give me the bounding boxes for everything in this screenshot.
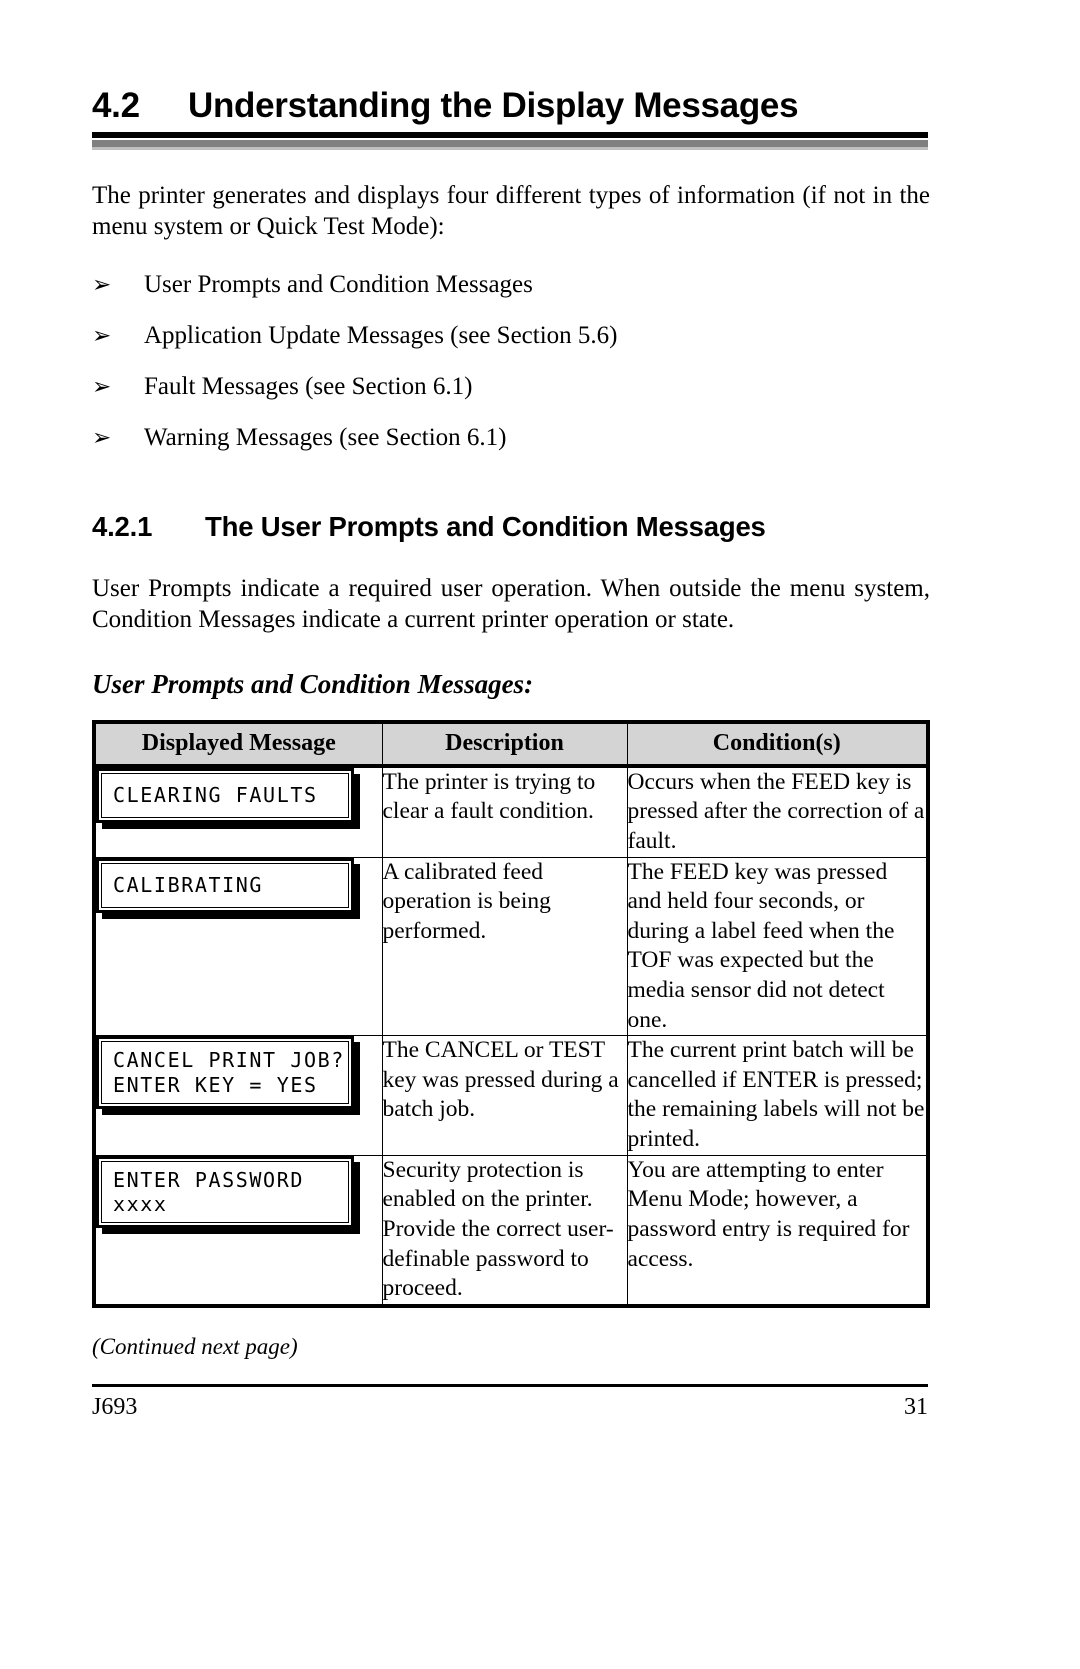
- section-heading: 4.2 Understanding the Display Messages: [92, 86, 988, 125]
- footer-rule: [92, 1383, 928, 1387]
- description-cell: The CANCEL or TEST key was pressed durin…: [381, 1035, 628, 1156]
- lcd-panel: ENTER PASSWORD xxxx: [96, 1155, 360, 1235]
- lcd-screen: CLEARING FAULTS: [101, 772, 349, 819]
- footer-document-id: J693: [92, 1393, 138, 1420]
- list-item: ➢ Fault Messages (see Section 6.1): [92, 372, 988, 402]
- arrow-bullet-icon: ➢: [92, 424, 112, 451]
- document-page: 4.2 Understanding the Display Messages T…: [0, 0, 1080, 1669]
- conditions-cell: The current print batch will be cancelle…: [626, 1035, 929, 1156]
- table-row: CLEARING FAULTS The printer is trying to…: [93, 765, 929, 858]
- description-cell: A calibrated feed operation is being per…: [381, 856, 628, 1037]
- section-title: Understanding the Display Messages: [188, 86, 799, 125]
- column-header-displayed-message: Displayed Message: [93, 721, 383, 768]
- conditions-cell: You are attempting to enter Menu Mode; h…: [626, 1154, 929, 1307]
- heading-rule-light: [92, 146, 928, 150]
- description-cell: Security protection is enabled on the pr…: [381, 1154, 628, 1307]
- list-item-label: User Prompts and Condition Messages: [144, 270, 533, 298]
- table-row: CALIBRATING A calibrated feed operation …: [93, 856, 929, 1037]
- lcd-screen: CANCEL PRINT JOB? ENTER KEY = YES: [101, 1041, 349, 1105]
- lcd-text-line: ENTER PASSWORD: [113, 1167, 304, 1192]
- heading-rule: [92, 131, 988, 150]
- table-row: CANCEL PRINT JOB? ENTER KEY = YES The CA…: [93, 1035, 929, 1156]
- displayed-message-cell: CLEARING FAULTS: [93, 765, 383, 858]
- list-item-label: Fault Messages (see Section 6.1): [144, 372, 473, 400]
- description-cell: The printer is trying to clear a fault c…: [381, 765, 628, 858]
- lcd-panel: CANCEL PRINT JOB? ENTER KEY = YES: [96, 1036, 360, 1116]
- lcd-bezel: CALIBRATING: [96, 857, 354, 913]
- lcd-panel: CALIBRATING: [96, 857, 360, 919]
- table-row: ENTER PASSWORD xxxx Security protection …: [93, 1154, 929, 1307]
- lcd-bezel: ENTER PASSWORD xxxx: [96, 1155, 354, 1229]
- arrow-bullet-icon: ➢: [92, 271, 112, 298]
- table-caption: User Prompts and Condition Messages:: [92, 668, 534, 699]
- lcd-text-line: CLEARING FAULTS: [113, 782, 318, 807]
- lcd-bezel: CLEARING FAULTS: [96, 767, 354, 824]
- arrow-bullet-icon: ➢: [92, 322, 112, 349]
- displayed-message-cell: ENTER PASSWORD xxxx: [93, 1154, 383, 1307]
- list-item: ➢ Warning Messages (see Section 6.1): [92, 423, 988, 453]
- section-number: 4.2: [92, 86, 140, 125]
- footer-page-number: 31: [904, 1393, 928, 1420]
- lcd-screen: ENTER PASSWORD xxxx: [101, 1160, 349, 1224]
- lcd-text-line: xxxx: [113, 1192, 168, 1217]
- displayed-message-cell: CANCEL PRINT JOB? ENTER KEY = YES: [93, 1035, 383, 1156]
- table-header-row: Displayed Message Description Condition(…: [93, 721, 929, 768]
- subsection-title: The User Prompts and Condition Messages: [205, 510, 766, 542]
- conditions-cell: The FEED key was pressed and held four s…: [626, 856, 929, 1037]
- subsection-number: 4.2.1: [92, 510, 153, 542]
- information-types-list: ➢ User Prompts and Condition Messages ➢ …: [92, 270, 988, 453]
- lcd-panel: CLEARING FAULTS: [96, 767, 360, 830]
- intro-paragraph: The printer generates and displays four …: [92, 181, 930, 240]
- heading-rule-black: [92, 131, 928, 138]
- column-header-description: Description: [381, 721, 628, 768]
- lcd-text-line: CALIBRATING: [113, 872, 264, 897]
- lcd-text-line: CANCEL PRINT JOB?: [113, 1048, 345, 1073]
- lcd-screen: CALIBRATING: [101, 862, 349, 908]
- lcd-text-line: ENTER KEY = YES: [113, 1072, 318, 1097]
- list-item-label: Warning Messages (see Section 6.1): [144, 423, 507, 451]
- list-item: ➢ User Prompts and Condition Messages: [92, 270, 988, 300]
- conditions-cell: Occurs when the FEED key is pressed afte…: [626, 765, 929, 858]
- subsection-heading: 4.2.1 The User Prompts and Condition Mes…: [92, 511, 988, 543]
- lcd-bezel: CANCEL PRINT JOB? ENTER KEY = YES: [96, 1036, 354, 1110]
- heading-rule-grey: [92, 139, 928, 147]
- page-footer: J693 31: [92, 1394, 928, 1421]
- messages-table: Displayed Message Description Condition(…: [92, 719, 930, 1308]
- displayed-message-cell: CALIBRATING: [93, 856, 383, 1037]
- column-header-conditions: Condition(s): [626, 721, 929, 768]
- arrow-bullet-icon: ➢: [92, 373, 112, 400]
- subsection-paragraph: User Prompts indicate a required user op…: [92, 574, 930, 633]
- continued-note: (Continued next page): [92, 1333, 298, 1359]
- list-item: ➢ Application Update Messages (see Secti…: [92, 321, 988, 351]
- list-item-label: Application Update Messages (see Section…: [144, 321, 618, 349]
